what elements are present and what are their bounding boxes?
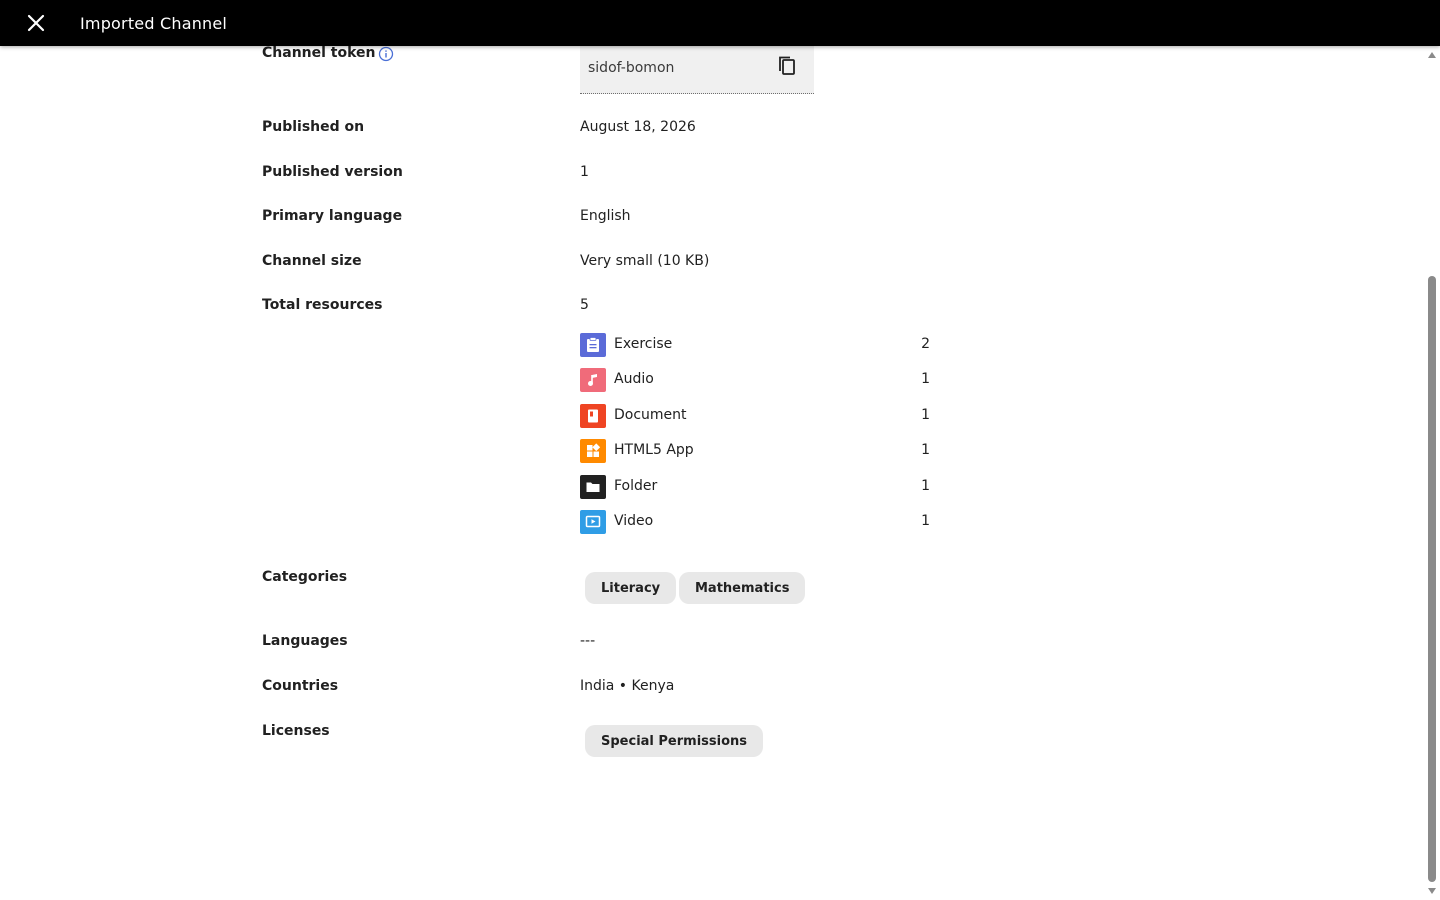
licenses-label: Licenses xyxy=(262,723,330,739)
html5-app-icon xyxy=(580,439,606,464)
list-item: Folder 1 xyxy=(580,474,932,510)
scroll-up-arrow-icon[interactable] xyxy=(1428,52,1436,58)
channel-token-field[interactable]: sidof-bomon xyxy=(580,46,814,94)
categories-label: Categories xyxy=(262,569,348,585)
resource-type-count: 1 xyxy=(921,477,930,494)
channel-details: Channel token sidof-bomon Published on A… xyxy=(0,46,1424,900)
languages-value: --- xyxy=(580,633,596,649)
scroll-down-arrow-icon[interactable] xyxy=(1428,888,1436,894)
languages-label: Languages xyxy=(262,633,348,649)
primary-language-label: Primary language xyxy=(262,208,403,224)
resource-type-label: Exercise xyxy=(614,336,673,352)
video-icon xyxy=(580,509,606,534)
published-on-label: Published on xyxy=(262,119,365,135)
resource-type-count: 1 xyxy=(921,442,930,459)
channel-size-value: Very small (10 KB) xyxy=(580,253,710,269)
folder-icon xyxy=(580,474,606,499)
countries-row: Countries India • Kenya xyxy=(262,678,1162,700)
close-button[interactable] xyxy=(24,11,48,35)
channel-token-value: sidof-bomon xyxy=(588,60,675,76)
resource-type-count: 1 xyxy=(921,406,930,423)
published-version-label: Published version xyxy=(262,164,403,180)
category-chip-literacy: Literacy xyxy=(585,572,677,604)
countries-label: Countries xyxy=(262,678,339,694)
channel-size-label: Channel size xyxy=(262,253,362,269)
total-resources-row: Total resources 5 xyxy=(262,297,1162,319)
app-bar: Imported Channel xyxy=(0,0,1440,46)
primary-language-row: Primary language English xyxy=(262,208,1162,230)
published-version-value: 1 xyxy=(580,164,589,180)
list-item: Video 1 xyxy=(580,509,932,545)
resource-type-label: Audio xyxy=(614,371,654,388)
list-item: Document 1 xyxy=(580,403,932,439)
languages-row: Languages --- xyxy=(262,633,1162,655)
published-on-row: Published on August 18, 2026 xyxy=(262,119,1162,141)
list-item: HTML5 App 1 xyxy=(580,439,932,474)
list-item: Audio 1 xyxy=(580,368,932,403)
info-icon[interactable] xyxy=(378,46,394,62)
resource-breakdown-list: Exercise 2 Audio 1 Document 1 HTML5 App … xyxy=(580,333,932,545)
exercise-icon xyxy=(580,333,606,357)
total-resources-label: Total resources xyxy=(262,297,383,313)
total-resources-value: 5 xyxy=(580,297,589,313)
published-on-value: August 18, 2026 xyxy=(580,119,696,135)
resource-type-count: 1 xyxy=(921,512,930,529)
page-title: Imported Channel xyxy=(80,13,228,33)
close-icon xyxy=(27,14,45,32)
channel-token-label: Channel token xyxy=(262,46,376,61)
list-item: Exercise 2 xyxy=(580,333,932,368)
primary-language-value: English xyxy=(580,208,631,224)
resource-type-count: 1 xyxy=(921,371,930,388)
resource-type-label: Folder xyxy=(614,477,658,494)
channel-size-row: Channel size Very small (10 KB) xyxy=(262,253,1162,275)
scrollbar-thumb[interactable] xyxy=(1428,276,1436,882)
resource-type-count: 2 xyxy=(921,336,930,352)
audio-icon xyxy=(580,368,606,393)
countries-value: India • Kenya xyxy=(580,678,675,694)
document-icon xyxy=(580,403,606,428)
scrollbar[interactable] xyxy=(1424,46,1440,900)
license-chip-special-permissions: Special Permissions xyxy=(585,725,764,757)
resource-type-label: Document xyxy=(614,406,687,423)
category-chip-mathematics: Mathematics xyxy=(679,572,806,604)
resource-type-label: HTML5 App xyxy=(614,442,694,459)
resource-type-label: Video xyxy=(614,512,654,529)
copy-icon[interactable] xyxy=(775,54,799,78)
published-version-row: Published version 1 xyxy=(262,164,1162,186)
